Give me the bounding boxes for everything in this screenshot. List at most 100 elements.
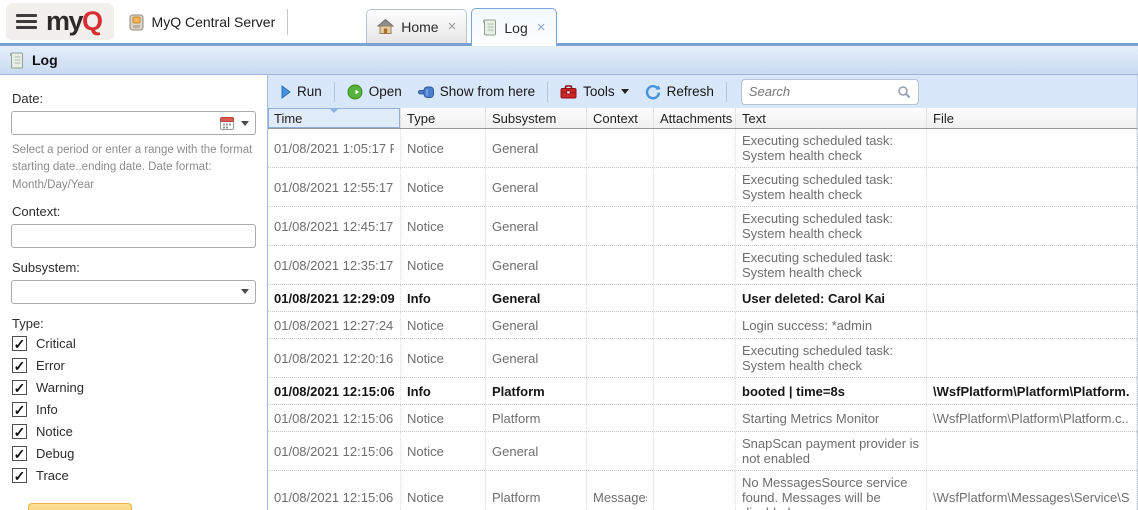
column-header-subsystem[interactable]: Subsystem [486, 108, 587, 128]
cell-attachments [654, 432, 736, 470]
cell-text: Executing scheduled task: System health … [736, 129, 927, 167]
accent-strip [0, 43, 1138, 46]
cell-type: Notice [401, 312, 486, 338]
cell-attachments [654, 471, 736, 510]
button-label: Show from here [440, 84, 535, 99]
toolbar: Run Open Show from here Tools [268, 75, 1137, 108]
cell-text: Executing scheduled task: System health … [736, 339, 927, 377]
type-option-notice: ✓Notice [12, 424, 256, 440]
run-button[interactable]: Run [274, 80, 329, 103]
table-row[interactable]: 01/08/2021 1:05:17 P...NoticeGeneralExec… [268, 129, 1137, 168]
table-row[interactable]: 01/08/2021 12:27:24...NoticeGeneralLogin… [268, 312, 1137, 339]
cell-time: 01/08/2021 12:20:16... [268, 339, 401, 377]
checkbox[interactable]: ✓ [12, 402, 27, 417]
filter-sidebar: Date: Select a period or enter a range w… [0, 75, 268, 510]
search-button[interactable]: Search [28, 503, 132, 510]
column-header-label: Subsystem [492, 111, 556, 126]
table-row[interactable]: 01/08/2021 12:55:17...NoticeGeneralExecu… [268, 168, 1137, 207]
button-label: Run [297, 84, 322, 99]
page-title: Log [32, 52, 58, 68]
chevron-down-icon[interactable] [241, 289, 249, 294]
checkbox[interactable]: ✓ [12, 424, 27, 439]
cell-text: SnapScan payment provider is not enabled [736, 432, 927, 470]
chevron-down-icon [621, 89, 629, 94]
column-header-file[interactable]: File [927, 108, 1137, 128]
subsystem-select[interactable] [11, 280, 256, 304]
cell-file [927, 168, 1137, 206]
tab-home[interactable]: Home × [366, 9, 467, 43]
cell-file [927, 339, 1137, 377]
cell-time: 01/08/2021 12:55:17... [268, 168, 401, 206]
column-header-text[interactable]: Text [736, 108, 927, 128]
cell-time: 01/08/2021 12:15:06... [268, 405, 401, 431]
table-row[interactable]: 01/08/2021 12:35:17...NoticeGeneralExecu… [268, 246, 1137, 285]
calendar-icon[interactable] [220, 116, 234, 130]
tab-label: Home [401, 19, 438, 35]
cell-type: Info [401, 285, 486, 311]
cell-context: Messages [587, 471, 654, 510]
column-header-label: File [933, 111, 954, 126]
subsystem-input[interactable] [18, 282, 234, 302]
column-header-label: Context [593, 111, 638, 126]
cell-attachments [654, 312, 736, 338]
date-input[interactable] [18, 113, 213, 133]
close-icon[interactable]: × [448, 18, 457, 35]
cell-file [927, 312, 1137, 338]
cell-subsystem: Platform [486, 378, 587, 404]
column-header-context[interactable]: Context [587, 108, 654, 128]
toolbar-separator [334, 82, 335, 102]
context-input[interactable] [18, 226, 249, 246]
button-label: Refresh [667, 84, 714, 99]
cell-attachments [654, 207, 736, 245]
table-row[interactable]: 01/08/2021 12:29:09...InfoGeneralUser de… [268, 285, 1137, 312]
chevron-down-icon[interactable] [241, 121, 249, 126]
context-field[interactable] [11, 224, 256, 248]
cell-context [587, 129, 654, 167]
refresh-button[interactable]: Refresh [638, 80, 721, 104]
checkbox[interactable]: ✓ [12, 468, 27, 483]
table-row[interactable]: 01/08/2021 12:15:06...NoticePlatformStar… [268, 405, 1137, 432]
cell-context [587, 285, 654, 311]
tools-button[interactable]: Tools [553, 80, 636, 103]
cell-type: Notice [401, 471, 486, 510]
table-search-input[interactable] [749, 84, 893, 99]
cell-text: booted | time=8s [736, 378, 927, 404]
toolbar-separator [726, 82, 727, 102]
table-row[interactable]: 01/08/2021 12:15:06...NoticeGeneralSnapS… [268, 432, 1137, 471]
cell-time: 01/08/2021 12:45:17... [268, 207, 401, 245]
cell-text: Executing scheduled task: System health … [736, 207, 927, 245]
myq-logo[interactable]: myQ [46, 8, 102, 35]
close-icon[interactable]: × [537, 19, 546, 36]
cell-attachments [654, 405, 736, 431]
cell-subsystem: General [486, 339, 587, 377]
checkbox[interactable]: ✓ [12, 336, 27, 351]
table-search-box[interactable] [741, 79, 919, 105]
column-header-time[interactable]: Time [268, 108, 401, 128]
table-row[interactable]: 01/08/2021 12:15:06...NoticePlatformMess… [268, 471, 1137, 510]
cell-context [587, 405, 654, 431]
table-row[interactable]: 01/08/2021 12:15:06...InfoPlatformbooted… [268, 378, 1137, 405]
cell-type: Notice [401, 432, 486, 470]
top-bar: myQ MyQ Central Server Home × Log × [0, 0, 1138, 43]
checkbox-label: Debug [36, 446, 74, 461]
column-header-label: Text [742, 111, 766, 126]
cell-attachments [654, 129, 736, 167]
hamburger-menu-icon[interactable] [16, 14, 37, 29]
table-row[interactable]: 01/08/2021 12:20:16...NoticeGeneralExecu… [268, 339, 1137, 378]
type-option-trace: ✓Trace [12, 468, 256, 484]
tab-log[interactable]: Log × [471, 8, 556, 46]
cell-type: Notice [401, 207, 486, 245]
cell-file [927, 246, 1137, 284]
checkbox[interactable]: ✓ [12, 358, 27, 373]
cell-file [927, 285, 1137, 311]
date-field[interactable] [11, 111, 256, 135]
column-header-type[interactable]: Type [401, 108, 486, 128]
checkbox[interactable]: ✓ [12, 380, 27, 395]
cell-type: Info [401, 378, 486, 404]
show-from-here-button[interactable]: Show from here [411, 80, 542, 103]
table-row[interactable]: 01/08/2021 12:45:17...NoticeGeneralExecu… [268, 207, 1137, 246]
checkbox[interactable]: ✓ [12, 446, 27, 461]
toolbar-separator [547, 82, 548, 102]
column-header-attachments[interactable]: Attachments [654, 108, 736, 128]
open-button[interactable]: Open [340, 80, 409, 104]
